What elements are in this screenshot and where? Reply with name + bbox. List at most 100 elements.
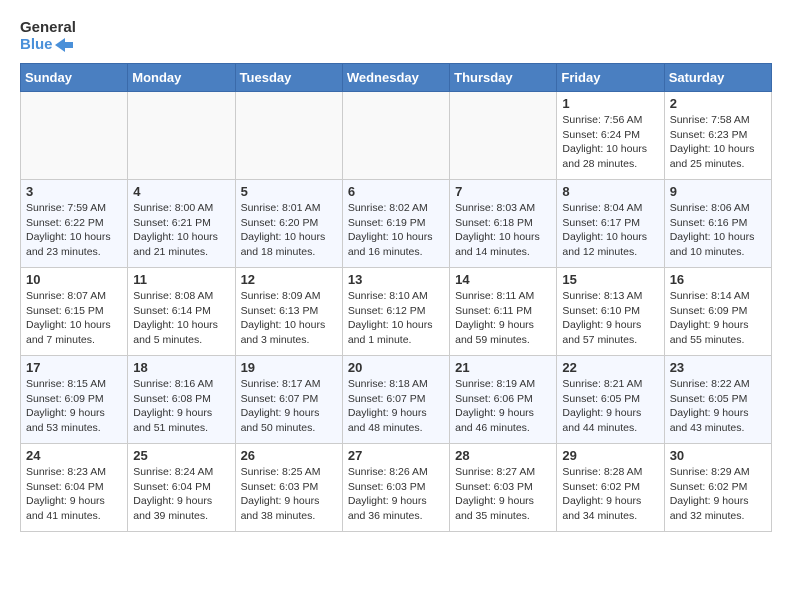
calendar-cell: 25 Sunrise: 8:24 AMSunset: 6:04 PMDayligh… [128, 444, 235, 532]
logo-general: General [20, 20, 76, 37]
calendar-week-4: 17 Sunrise: 8:15 AMSunset: 6:09 PMDayligh… [21, 356, 772, 444]
col-header-friday: Friday [557, 64, 664, 92]
calendar-cell: 22 Sunrise: 8:21 AMSunset: 6:05 PMDayligh… [557, 356, 664, 444]
logo: General Blue [20, 20, 76, 53]
day-number: 1 [562, 96, 658, 111]
day-number: 29 [562, 448, 658, 463]
day-info: Sunrise: 8:09 AMSunset: 6:13 PMDaylight:… [241, 289, 337, 348]
logo-wordmark: General Blue [20, 20, 76, 53]
day-number: 18 [133, 360, 229, 375]
calendar-cell: 23 Sunrise: 8:22 AMSunset: 6:05 PMDayligh… [664, 356, 771, 444]
day-number: 20 [348, 360, 444, 375]
day-number: 23 [670, 360, 766, 375]
calendar-cell: 28Sunrise: 8:27 AMSunset: 6:03 PMDayligh… [450, 444, 557, 532]
day-info: Sunrise: 8:17 AMSunset: 6:07 PMDaylight:… [241, 377, 337, 436]
day-info: Sunrise: 8:25 AMSunset: 6:03 PMDaylight:… [241, 465, 337, 524]
col-header-saturday: Saturday [664, 64, 771, 92]
day-info: Sunrise: 7:56 AMSunset: 6:24 PMDaylight:… [562, 113, 658, 172]
page-header: General Blue [20, 20, 772, 53]
day-number: 30 [670, 448, 766, 463]
calendar-cell: 1 Sunrise: 7:56 AMSunset: 6:24 PMDaylight… [557, 92, 664, 180]
calendar-cell: 2 Sunrise: 7:58 AMSunset: 6:23 PMDaylight… [664, 92, 771, 180]
day-number: 14 [455, 272, 551, 287]
calendar-cell: 13Sunrise: 8:10 AMSunset: 6:12 PMDayligh… [342, 268, 449, 356]
day-number: 16 [670, 272, 766, 287]
day-info: Sunrise: 8:26 AMSunset: 6:03 PMDaylight:… [348, 465, 444, 524]
day-info: Sunrise: 8:02 AMSunset: 6:19 PMDaylight:… [348, 201, 444, 260]
calendar-cell: 18 Sunrise: 8:16 AMSunset: 6:08 PMDayligh… [128, 356, 235, 444]
col-header-sunday: Sunday [21, 64, 128, 92]
calendar-cell: 6 Sunrise: 8:02 AMSunset: 6:19 PMDaylight… [342, 180, 449, 268]
calendar-cell: 12Sunrise: 8:09 AMSunset: 6:13 PMDayligh… [235, 268, 342, 356]
calendar-cell [128, 92, 235, 180]
calendar-cell [450, 92, 557, 180]
day-info: Sunrise: 8:01 AMSunset: 6:20 PMDaylight:… [241, 201, 337, 260]
calendar-cell: 15 Sunrise: 8:13 AMSunset: 6:10 PMDayligh… [557, 268, 664, 356]
day-info: Sunrise: 7:58 AMSunset: 6:23 PMDaylight:… [670, 113, 766, 172]
calendar-cell: 30 Sunrise: 8:29 AMSunset: 6:02 PMDayligh… [664, 444, 771, 532]
day-info: Sunrise: 8:11 AMSunset: 6:11 PMDaylight:… [455, 289, 551, 348]
day-info: Sunrise: 8:29 AMSunset: 6:02 PMDaylight:… [670, 465, 766, 524]
day-info: Sunrise: 8:13 AMSunset: 6:10 PMDaylight:… [562, 289, 658, 348]
calendar-week-2: 3 Sunrise: 7:59 AMSunset: 6:22 PMDaylight… [21, 180, 772, 268]
day-info: Sunrise: 8:14 AMSunset: 6:09 PMDaylight:… [670, 289, 766, 348]
day-info: Sunrise: 8:22 AMSunset: 6:05 PMDaylight:… [670, 377, 766, 436]
calendar-cell: 8Sunrise: 8:04 AMSunset: 6:17 PMDaylight… [557, 180, 664, 268]
calendar-cell: 17 Sunrise: 8:15 AMSunset: 6:09 PMDayligh… [21, 356, 128, 444]
day-number: 26 [241, 448, 337, 463]
day-number: 4 [133, 184, 229, 199]
calendar-week-3: 10 Sunrise: 8:07 AMSunset: 6:15 PMDayligh… [21, 268, 772, 356]
col-header-wednesday: Wednesday [342, 64, 449, 92]
day-info: Sunrise: 8:06 AMSunset: 6:16 PMDaylight:… [670, 201, 766, 260]
day-number: 2 [670, 96, 766, 111]
calendar-cell: 27 Sunrise: 8:26 AMSunset: 6:03 PMDayligh… [342, 444, 449, 532]
day-info: Sunrise: 8:18 AMSunset: 6:07 PMDaylight:… [348, 377, 444, 436]
calendar-cell: 29 Sunrise: 8:28 AMSunset: 6:02 PMDayligh… [557, 444, 664, 532]
day-info: Sunrise: 8:28 AMSunset: 6:02 PMDaylight:… [562, 465, 658, 524]
calendar-cell: 14 Sunrise: 8:11 AMSunset: 6:11 PMDayligh… [450, 268, 557, 356]
logo-arrow-icon [55, 38, 73, 52]
calendar-header-row: SundayMondayTuesdayWednesdayThursdayFrid… [21, 64, 772, 92]
calendar-cell [21, 92, 128, 180]
logo-blue: Blue [20, 37, 76, 54]
day-number: 27 [348, 448, 444, 463]
calendar-cell [235, 92, 342, 180]
day-number: 19 [241, 360, 337, 375]
day-number: 7 [455, 184, 551, 199]
day-number: 5 [241, 184, 337, 199]
calendar-cell: 10 Sunrise: 8:07 AMSunset: 6:15 PMDayligh… [21, 268, 128, 356]
day-number: 15 [562, 272, 658, 287]
day-number: 6 [348, 184, 444, 199]
day-info: Sunrise: 8:19 AMSunset: 6:06 PMDaylight:… [455, 377, 551, 436]
day-info: Sunrise: 8:00 AMSunset: 6:21 PMDaylight:… [133, 201, 229, 260]
day-number: 3 [26, 184, 122, 199]
day-number: 25 [133, 448, 229, 463]
calendar-week-5: 24Sunrise: 8:23 AMSunset: 6:04 PMDayligh… [21, 444, 772, 532]
day-number: 28 [455, 448, 551, 463]
day-info: Sunrise: 8:15 AMSunset: 6:09 PMDaylight:… [26, 377, 122, 436]
calendar-cell: 11Sunrise: 8:08 AMSunset: 6:14 PMDayligh… [128, 268, 235, 356]
calendar-cell: 21 Sunrise: 8:19 AMSunset: 6:06 PMDayligh… [450, 356, 557, 444]
day-info: Sunrise: 8:07 AMSunset: 6:15 PMDaylight:… [26, 289, 122, 348]
calendar-cell: 7 Sunrise: 8:03 AMSunset: 6:18 PMDaylight… [450, 180, 557, 268]
calendar-cell: 19 Sunrise: 8:17 AMSunset: 6:07 PMDayligh… [235, 356, 342, 444]
calendar-cell: 3 Sunrise: 7:59 AMSunset: 6:22 PMDaylight… [21, 180, 128, 268]
day-info: Sunrise: 8:24 AMSunset: 6:04 PMDaylight:… [133, 465, 229, 524]
day-number: 10 [26, 272, 122, 287]
calendar-cell: 9 Sunrise: 8:06 AMSunset: 6:16 PMDaylight… [664, 180, 771, 268]
day-info: Sunrise: 7:59 AMSunset: 6:22 PMDaylight:… [26, 201, 122, 260]
day-number: 17 [26, 360, 122, 375]
calendar-cell: 16 Sunrise: 8:14 AMSunset: 6:09 PMDayligh… [664, 268, 771, 356]
day-number: 22 [562, 360, 658, 375]
calendar-cell: 24Sunrise: 8:23 AMSunset: 6:04 PMDayligh… [21, 444, 128, 532]
day-number: 8 [562, 184, 658, 199]
day-number: 24 [26, 448, 122, 463]
day-info: Sunrise: 8:16 AMSunset: 6:08 PMDaylight:… [133, 377, 229, 436]
day-info: Sunrise: 8:10 AMSunset: 6:12 PMDaylight:… [348, 289, 444, 348]
day-info: Sunrise: 8:21 AMSunset: 6:05 PMDaylight:… [562, 377, 658, 436]
calendar-week-1: 1 Sunrise: 7:56 AMSunset: 6:24 PMDaylight… [21, 92, 772, 180]
day-number: 21 [455, 360, 551, 375]
day-number: 9 [670, 184, 766, 199]
col-header-thursday: Thursday [450, 64, 557, 92]
day-info: Sunrise: 8:03 AMSunset: 6:18 PMDaylight:… [455, 201, 551, 260]
